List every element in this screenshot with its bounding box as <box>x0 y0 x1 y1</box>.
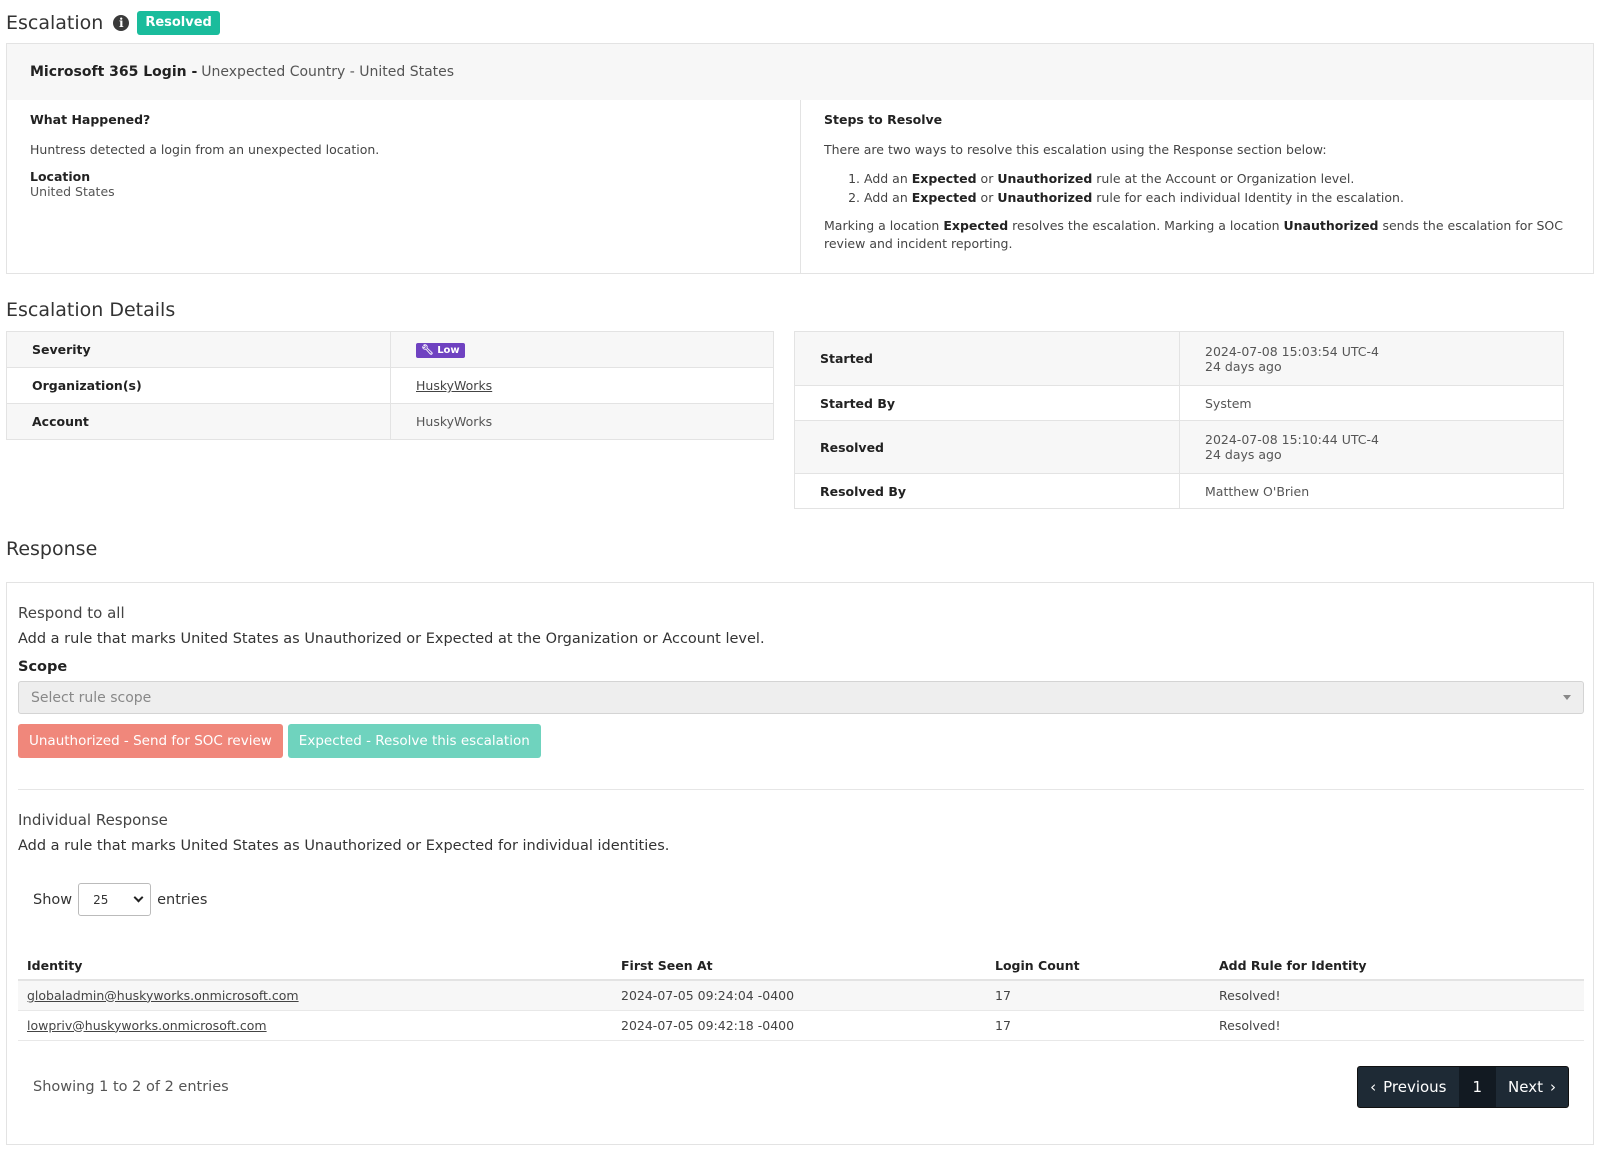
identity-link[interactable]: globaladmin@huskyworks.onmicrosoft.com <box>27 988 299 1003</box>
started-by-label: Started By <box>794 385 1180 421</box>
account-label: Account <box>6 403 391 440</box>
table-row: lowpriv@huskyworks.onmicrosoft.com 2024-… <box>18 1010 1584 1041</box>
what-happened-heading: What Happened? <box>30 112 151 127</box>
what-happened-panel: What Happened? Huntress detected a login… <box>7 100 801 273</box>
col-login-count[interactable]: Login Count <box>986 952 1210 981</box>
first-seen-cell: 2024-07-05 09:24:04 -0400 <box>612 980 986 1011</box>
step-item: Add an Expected or Unauthorized rule for… <box>864 188 1570 207</box>
resolved-by-value: Matthew O'Brien <box>1179 473 1564 509</box>
location-label: Location <box>30 169 91 184</box>
response-title: Response <box>6 538 98 560</box>
page-title: Escalation <box>6 12 104 34</box>
expected-button[interactable]: Expected - Resolve this escalation <box>287 724 541 758</box>
show-label: Show <box>33 891 73 908</box>
chevron-right-icon: › <box>1550 1077 1556 1096</box>
summary-card: Microsoft 365 Login - Unexpected Country… <box>6 43 1594 274</box>
individual-text: Add a rule that marks United States as U… <box>18 838 670 854</box>
previous-button[interactable]: ‹ Previous <box>1358 1067 1458 1107</box>
entries-label: entries <box>157 891 208 908</box>
severity-label: Severity <box>6 331 391 368</box>
resolved-cell: 2024-07-08 15:10:44 UTC-4 24 days ago <box>1179 420 1564 474</box>
rule-status-cell: Resolved! <box>1210 1010 1584 1041</box>
respond-all-text: Add a rule that marks United States as U… <box>18 631 765 647</box>
steps-intro: There are two ways to resolve this escal… <box>824 142 1327 157</box>
scope-select[interactable]: Select rule scope <box>18 681 1584 714</box>
org-link[interactable]: HuskyWorks <box>416 378 492 393</box>
started-by-value: System <box>1179 385 1564 421</box>
col-add-rule[interactable]: Add Rule for Identity <box>1210 952 1584 981</box>
summary-header: Microsoft 365 Login - Unexpected Country… <box>7 44 1593 100</box>
resolved-value: 2024-07-08 15:10:44 UTC-4 <box>1205 432 1379 447</box>
location-value: United States <box>30 184 115 199</box>
resolved-by-label: Resolved By <box>794 473 1180 509</box>
unauthorized-button[interactable]: Unauthorized - Send for SOC review <box>18 724 283 758</box>
wrench-icon: 🔧︎ <box>421 345 434 356</box>
details-table-right: Started 2024-07-08 15:03:54 UTC-4 24 days… <box>794 331 1564 509</box>
resolved-label: Resolved <box>794 420 1180 474</box>
scope-placeholder: Select rule scope <box>31 689 152 706</box>
entries-select[interactable]: 25 <box>78 883 152 916</box>
entries-value: 25 <box>93 892 109 907</box>
account-value: HuskyWorks <box>390 403 774 440</box>
respond-all-heading: Respond to all <box>18 604 125 622</box>
details-title: Escalation Details <box>6 299 176 321</box>
individual-heading: Individual Response <box>18 811 168 829</box>
started-cell: 2024-07-08 15:03:54 UTC-4 24 days ago <box>1179 331 1564 386</box>
identity-link[interactable]: lowpriv@huskyworks.onmicrosoft.com <box>27 1018 267 1033</box>
steps-panel: Steps to Resolve There are two ways to r… <box>801 100 1593 273</box>
page-header: Escalation i Resolved <box>6 10 220 36</box>
divider <box>18 789 1584 790</box>
chevron-down-icon <box>133 892 144 903</box>
escalation-subtitle: Unexpected Country - United States <box>201 64 455 80</box>
pagination: ‹ Previous 1 Next › <box>1357 1065 1569 1108</box>
info-icon[interactable]: i <box>113 15 130 31</box>
what-happened-text: Huntress detected a login from an unexpe… <box>30 142 380 157</box>
table-row: globaladmin@huskyworks.onmicrosoft.com 2… <box>18 980 1584 1011</box>
chevron-left-icon: ‹ <box>1370 1077 1377 1096</box>
next-button[interactable]: Next › <box>1496 1067 1568 1107</box>
col-first-seen[interactable]: First Seen At <box>612 952 986 981</box>
started-value: 2024-07-08 15:03:54 UTC-4 <box>1205 343 1379 359</box>
caret-down-icon <box>1563 695 1571 700</box>
product-name: Microsoft 365 Login - <box>30 64 198 80</box>
resolved-ago: 24 days ago <box>1205 447 1282 462</box>
severity-cell: 🔧︎ Low <box>390 331 774 368</box>
started-ago: 24 days ago <box>1205 358 1282 374</box>
org-label: Organization(s) <box>6 367 391 404</box>
steps-note: Marking a location Expected resolves the… <box>824 218 1563 251</box>
login-count-cell: 17 <box>986 980 1210 1011</box>
page-1-button[interactable]: 1 <box>1458 1066 1497 1107</box>
started-label: Started <box>794 331 1180 386</box>
steps-heading: Steps to Resolve <box>824 112 943 127</box>
first-seen-cell: 2024-07-05 09:42:18 -0400 <box>612 1010 986 1041</box>
status-badge: Resolved <box>137 11 220 35</box>
entries-control: Show 25 entries <box>33 883 1582 916</box>
steps-list: Add an Expected or Unauthorized rule at … <box>864 169 1570 207</box>
response-card: Respond to all Add a rule that marks Uni… <box>6 582 1594 1145</box>
details-table-left: Severity 🔧︎ Low Organization(s) HuskyWor… <box>6 331 774 440</box>
identity-table: Identity First Seen At Login Count Add R… <box>18 952 1584 1041</box>
scope-label: Scope <box>18 659 68 675</box>
showing-info: Showing 1 to 2 of 2 entries <box>33 1078 229 1095</box>
login-count-cell: 17 <box>986 1010 1210 1041</box>
step-item: Add an Expected or Unauthorized rule at … <box>864 169 1570 188</box>
rule-status-cell: Resolved! <box>1210 980 1584 1011</box>
col-identity[interactable]: Identity <box>18 952 612 981</box>
severity-badge: 🔧︎ Low <box>416 343 465 358</box>
